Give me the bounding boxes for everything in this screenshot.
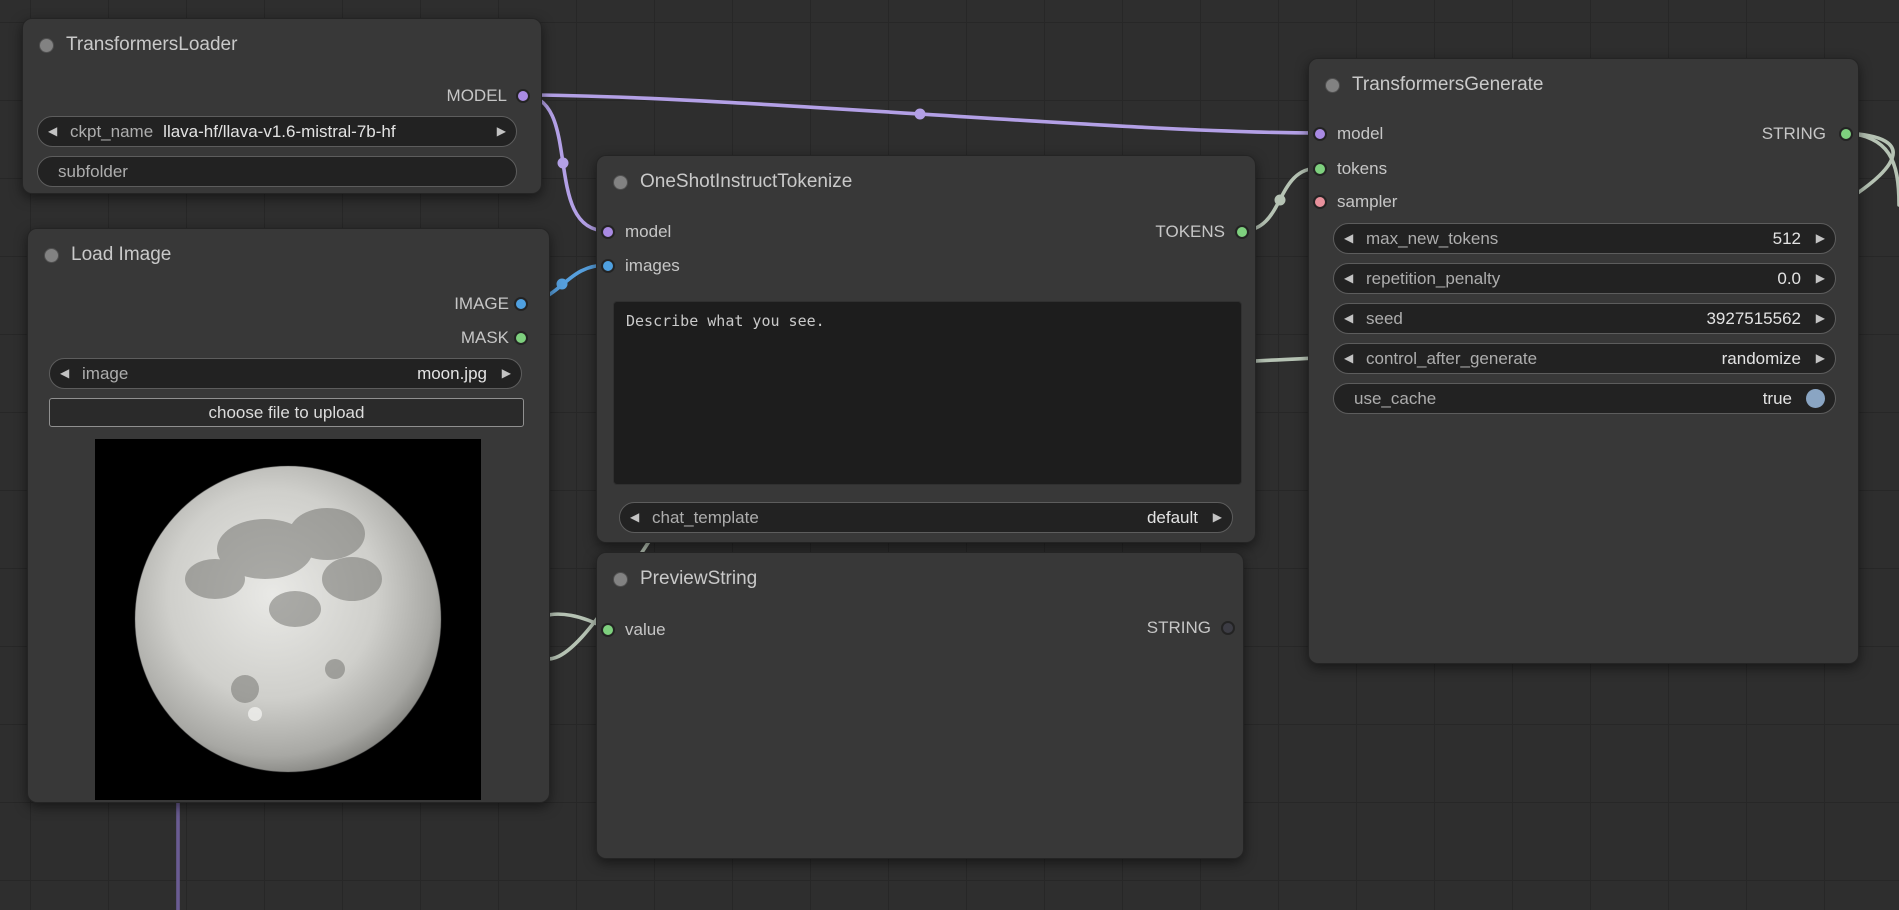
node-status-dot[interactable] [44, 248, 59, 263]
widget-seed[interactable]: ◀ seed 3927515562 ▶ [1333, 303, 1836, 334]
widget-value: moon.jpg [134, 364, 487, 384]
input-port-value[interactable] [601, 623, 615, 637]
node-title: PreviewString [640, 568, 757, 590]
decrement-arrow-icon[interactable]: ◀ [60, 358, 78, 389]
widget-value: randomize [1543, 349, 1801, 369]
link-midpoint-dot [557, 279, 568, 290]
decrement-arrow-icon[interactable]: ◀ [1344, 263, 1362, 294]
widget-label: chat_template [652, 508, 759, 528]
link-midpoint-dot [1275, 195, 1286, 206]
decrement-arrow-icon[interactable]: ◀ [1344, 343, 1362, 374]
widget-ckpt-name[interactable]: ◀ ckpt_name llava-hf/llava-v1.6-mistral-… [37, 116, 517, 147]
output-port-tokens[interactable] [1235, 225, 1249, 239]
node-status-dot[interactable] [1325, 78, 1340, 93]
input-label-model: model [1337, 124, 1383, 144]
increment-arrow-icon[interactable]: ▶ [493, 358, 511, 389]
input-label-model: model [625, 222, 671, 242]
widget-label: subfolder [58, 162, 128, 182]
output-port-model[interactable] [516, 89, 530, 103]
node-transformers-generate[interactable]: TransformersGenerate model tokens sample… [1308, 58, 1859, 664]
widget-label: control_after_generate [1366, 349, 1537, 369]
decrement-arrow-icon[interactable]: ◀ [1344, 303, 1362, 334]
widget-image-select[interactable]: ◀ image moon.jpg ▶ [49, 358, 522, 389]
increment-arrow-icon[interactable]: ▶ [1807, 343, 1825, 374]
link-midpoint-dot [915, 109, 926, 120]
widget-label: seed [1366, 309, 1403, 329]
output-port-string[interactable] [1839, 127, 1853, 141]
node-status-dot[interactable] [613, 572, 628, 587]
boolean-toggle[interactable] [1806, 389, 1825, 408]
decrement-arrow-icon[interactable]: ◀ [630, 502, 648, 533]
input-port-model[interactable] [1313, 127, 1327, 141]
widget-label: use_cache [1354, 389, 1436, 409]
increment-arrow-icon[interactable]: ▶ [1807, 303, 1825, 334]
node-title: OneShotInstructTokenize [640, 171, 852, 193]
widget-label: ckpt_name [70, 122, 153, 142]
output-label-image: IMAGE [454, 294, 509, 314]
output-label-string: STRING [1147, 618, 1211, 638]
output-port-image[interactable] [514, 297, 528, 311]
widget-control-after-generate[interactable]: ◀ control_after_generate randomize ▶ [1333, 343, 1836, 374]
input-port-images[interactable] [601, 259, 615, 273]
input-port-tokens[interactable] [1313, 162, 1327, 176]
widget-subfolder[interactable]: subfolder [37, 156, 517, 187]
decrement-arrow-icon[interactable]: ◀ [48, 116, 66, 147]
widget-chat-template[interactable]: ◀ chat_template default ▶ [619, 502, 1233, 533]
decrement-arrow-icon[interactable]: ◀ [1344, 223, 1362, 254]
input-label-tokens: tokens [1337, 159, 1387, 179]
node-preview-string[interactable]: PreviewString value STRING [596, 552, 1244, 859]
output-label-string: STRING [1762, 124, 1826, 144]
node-status-dot[interactable] [613, 175, 628, 190]
output-label-tokens: TOKENS [1155, 222, 1225, 242]
output-port-string[interactable] [1221, 621, 1235, 635]
choose-file-button[interactable]: choose file to upload [49, 398, 524, 427]
input-port-model[interactable] [601, 225, 615, 239]
input-label-value: value [625, 620, 666, 640]
widget-use-cache[interactable]: use_cache true [1333, 383, 1836, 414]
node-title: Load Image [71, 244, 171, 266]
node-load-image[interactable]: Load Image IMAGE MASK ◀ image moon.jpg ▶… [27, 228, 550, 803]
node-transformers-loader[interactable]: TransformersLoader MODEL ◀ ckpt_name lla… [22, 18, 542, 194]
image-preview [95, 439, 481, 800]
link-midpoint-dot [558, 158, 569, 169]
widget-max-new-tokens[interactable]: ◀ max_new_tokens 512 ▶ [1333, 223, 1836, 254]
node-title: TransformersGenerate [1352, 74, 1543, 96]
widget-label: repetition_penalty [1366, 269, 1500, 289]
node-graph-canvas[interactable]: TransformersLoader MODEL ◀ ckpt_name lla… [0, 0, 1899, 910]
output-port-mask[interactable] [514, 331, 528, 345]
node-title-bar[interactable]: TransformersGenerate [1309, 59, 1858, 111]
widget-label: image [82, 364, 128, 384]
widget-value: 3927515562 [1409, 309, 1801, 329]
node-one-shot-instruct-tokenize[interactable]: OneShotInstructTokenize model images TOK… [596, 155, 1256, 543]
output-label-mask: MASK [461, 328, 509, 348]
node-title-bar[interactable]: Load Image [28, 229, 549, 281]
input-port-sampler[interactable] [1313, 195, 1327, 209]
node-title: TransformersLoader [66, 34, 237, 56]
node-title-bar[interactable]: PreviewString [597, 553, 1243, 605]
node-title-bar[interactable]: TransformersLoader [23, 19, 541, 71]
widget-label: max_new_tokens [1366, 229, 1498, 249]
input-label-sampler: sampler [1337, 192, 1397, 212]
node-title-bar[interactable]: OneShotInstructTokenize [597, 156, 1255, 208]
widget-value: true [1442, 389, 1792, 409]
output-label-model: MODEL [447, 86, 507, 106]
increment-arrow-icon[interactable]: ▶ [1807, 223, 1825, 254]
widget-value: 512 [1504, 229, 1801, 249]
input-label-images: images [625, 256, 680, 276]
increment-arrow-icon[interactable]: ▶ [1204, 502, 1222, 533]
increment-arrow-icon[interactable]: ▶ [1807, 263, 1825, 294]
increment-arrow-icon[interactable]: ▶ [488, 116, 506, 147]
moon-image [95, 439, 481, 800]
widget-repetition-penalty[interactable]: ◀ repetition_penalty 0.0 ▶ [1333, 263, 1836, 294]
widget-value: 0.0 [1506, 269, 1801, 289]
widget-value: llava-hf/llava-v1.6-mistral-7b-hf [163, 122, 482, 142]
node-status-dot[interactable] [39, 38, 54, 53]
prompt-textarea[interactable]: Describe what you see. [613, 301, 1242, 485]
widget-value: default [765, 508, 1198, 528]
